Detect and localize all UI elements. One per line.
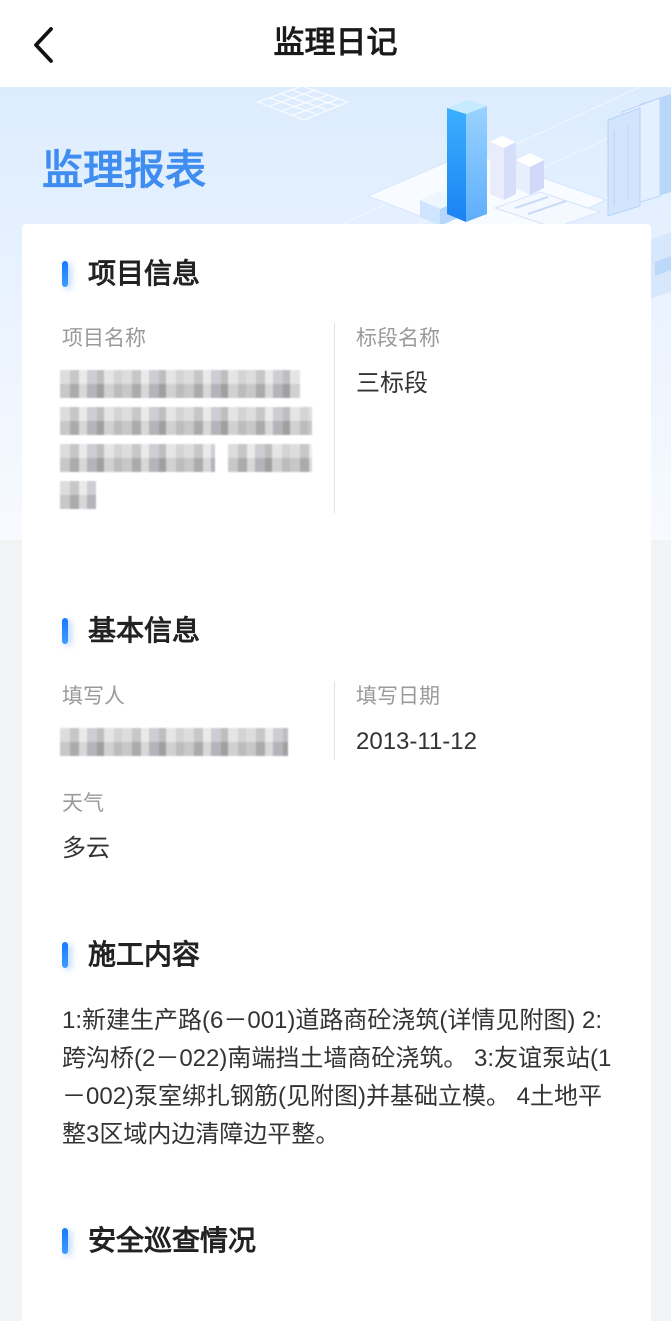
project-name-field: 项目名称 <box>60 323 335 513</box>
author-label: 填写人 <box>62 685 125 708</box>
section-marker <box>62 261 68 287</box>
redacted-text <box>228 443 312 472</box>
date-value: 2013-11-12 <box>356 728 477 755</box>
section-name-value: 三标段 <box>356 370 428 397</box>
project-name-label: 项目名称 <box>62 327 146 350</box>
section-title: 基本信息 <box>88 615 201 646</box>
section-header-construction: 施工内容 <box>62 939 615 971</box>
project-name-value <box>60 365 320 513</box>
section-title: 项目信息 <box>88 258 201 289</box>
section-title: 施工内容 <box>88 939 201 970</box>
redacted-text <box>60 443 215 472</box>
report-card: 项目信息 项目名称 标段名称 三标段 基本信息 填写人 填写日期 2013-11… <box>22 224 651 1321</box>
banner-title: 监理报表 <box>42 147 206 193</box>
redacted-text <box>60 406 312 435</box>
redacted-text <box>60 480 96 509</box>
author-field: 填写人 <box>60 681 335 760</box>
date-label: 填写日期 <box>356 685 440 708</box>
construction-content: 1:新建生产路(6－001)道路商砼浇筑(详情见附图) 2:跨沟桥(2－022)… <box>62 1007 612 1148</box>
weather-value: 多云 <box>62 835 110 862</box>
section-name-label: 标段名称 <box>356 327 440 350</box>
page-title: 监理日记 <box>273 25 398 60</box>
section-marker <box>62 1228 68 1254</box>
section-header-safety: 安全巡查情况 <box>62 1225 615 1257</box>
back-button[interactable] <box>26 22 62 66</box>
section-title: 安全巡查情况 <box>88 1225 257 1256</box>
section-marker <box>62 618 68 644</box>
page: 监理日记 监理报表 项目信息 项目名称 标段名称 三标段 基本信息 填写人 填写… <box>0 0 671 1321</box>
date-field: 填写日期 2013-11-12 <box>335 681 615 760</box>
basic-info-row: 填写人 填写日期 2013-11-12 <box>60 681 615 760</box>
weather-field: 天气 多云 <box>62 788 615 867</box>
chevron-left-icon <box>34 27 53 63</box>
weather-label: 天气 <box>62 792 104 815</box>
section-marker <box>62 942 68 968</box>
section-header-project-info: 项目信息 <box>62 258 615 290</box>
section-header-basic-info: 基本信息 <box>62 615 615 647</box>
redacted-text <box>60 727 288 756</box>
nav-bar: 监理日记 <box>0 0 671 87</box>
redacted-text <box>60 369 300 398</box>
author-value <box>60 723 320 760</box>
project-info-row: 项目名称 标段名称 三标段 <box>60 323 615 516</box>
section-name-field: 标段名称 三标段 <box>335 323 615 513</box>
